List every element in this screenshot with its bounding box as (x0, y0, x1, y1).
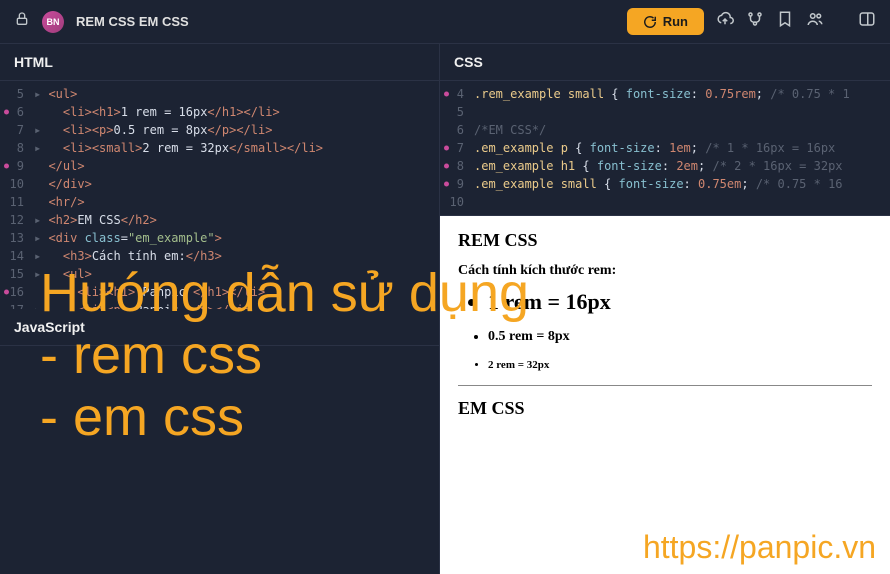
list-item: 2 rem = 32px (488, 359, 872, 371)
topbar: BN REM CSS EM CSS Run (0, 0, 890, 44)
right-column: CSS 4.rem_example small { font-size: 0.7… (440, 44, 890, 574)
html-editor[interactable]: 5▸ <ul> 6 <li><h1>1 rem = 16px</h1></li>… (0, 81, 439, 309)
run-button[interactable]: Run (627, 8, 704, 35)
output-list: 1 rem = 16px 0.5 rem = 8px 2 rem = 32px (458, 289, 872, 371)
output-heading-rem: REM CSS (458, 230, 872, 251)
project-title: REM CSS EM CSS (76, 14, 615, 29)
avatar[interactable]: BN (42, 11, 64, 33)
divider (458, 385, 872, 386)
left-column: HTML 5▸ <ul> 6 <li><h1>1 rem = 16px</h1>… (0, 44, 440, 574)
output-sub-rem: Cách tính kích thước rem: (458, 263, 872, 279)
output-heading-em: EM CSS (458, 398, 872, 419)
js-editor[interactable] (0, 346, 439, 574)
deploy-icon[interactable] (716, 10, 734, 33)
html-pane-header[interactable]: HTML (0, 44, 439, 81)
main: HTML 5▸ <ul> 6 <li><h1>1 rem = 16px</h1>… (0, 44, 890, 574)
version-icon[interactable] (746, 10, 764, 33)
list-item: 1 rem = 16px (488, 289, 872, 315)
invite-icon[interactable] (806, 10, 824, 33)
run-label: Run (663, 14, 688, 29)
lock-icon[interactable] (14, 11, 30, 32)
css-pane-header[interactable]: CSS (440, 44, 890, 81)
list-item: 0.5 rem = 8px (488, 329, 872, 345)
bookmark-icon[interactable] (776, 10, 794, 33)
js-pane-header[interactable]: JavaScript (0, 309, 439, 346)
css-editor[interactable]: 4.rem_example small { font-size: 0.75rem… (440, 81, 890, 216)
layout-icon[interactable] (858, 10, 876, 33)
output-pane: REM CSS Cách tính kích thước rem: 1 rem … (440, 216, 890, 574)
